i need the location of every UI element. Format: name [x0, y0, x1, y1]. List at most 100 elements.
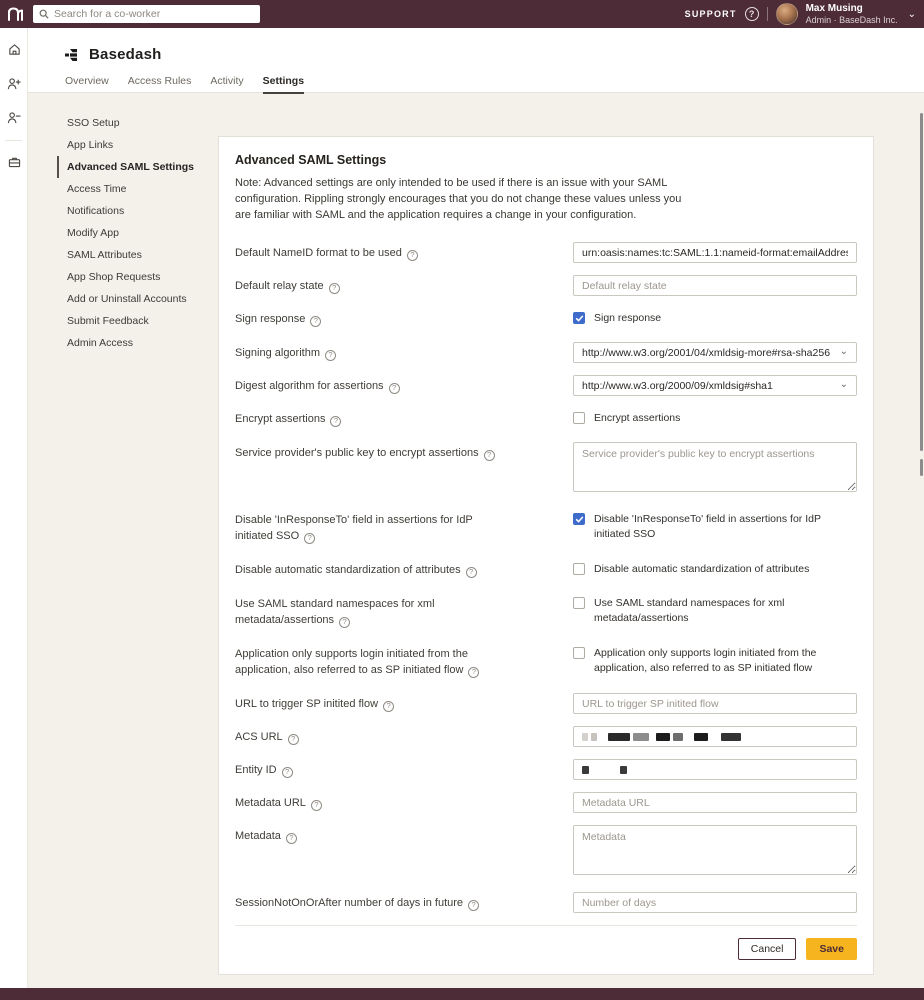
help-icon[interactable]: ?: [468, 900, 479, 911]
signing-algorithm-select[interactable]: http://www.w3.org/2001/04/xmldsig-more#r…: [573, 342, 857, 363]
tab-activity[interactable]: Activity: [210, 75, 243, 94]
field-row: Encrypt assertions? Encrypt assertions: [235, 408, 857, 427]
sp-flow-url-input[interactable]: [573, 693, 857, 714]
sidenav-item-submit-feedback[interactable]: Submit Feedback: [57, 310, 207, 332]
help-icon[interactable]: ?: [329, 283, 340, 294]
field-label: Metadata: [235, 830, 281, 842]
field-label: Disable automatic standardization of att…: [235, 564, 461, 576]
sidenav-item-app-links[interactable]: App Links: [57, 134, 207, 156]
redacted-value: [582, 766, 589, 774]
user-role: Admin · BaseDash Inc.: [806, 15, 898, 25]
field-row: Disable 'InResponseTo' field in assertio…: [235, 509, 857, 544]
help-icon[interactable]: ?: [407, 250, 418, 261]
field-label: Disable 'InResponseTo' field in assertio…: [235, 514, 473, 542]
help-question-icon[interactable]: ?: [745, 7, 759, 21]
field-label: Default NameID format to be used: [235, 247, 402, 259]
field-label: Signing algorithm: [235, 347, 320, 359]
field-row: Sign response? Sign response: [235, 308, 857, 327]
briefcase-icon[interactable]: [0, 149, 28, 175]
help-icon[interactable]: ?: [282, 767, 293, 778]
entity-id-input[interactable]: [573, 759, 857, 780]
sidenav-item-add-or-uninstall-accounts[interactable]: Add or Uninstall Accounts: [57, 288, 207, 310]
divider: [767, 7, 768, 21]
basedash-logo-icon: [64, 48, 78, 62]
saml-namespaces-checkbox[interactable]: [573, 597, 585, 609]
metadata-url-input[interactable]: [573, 792, 857, 813]
sidenav-item-notifications[interactable]: Notifications: [57, 200, 207, 222]
help-icon[interactable]: ?: [466, 567, 477, 578]
sidenav-item-sso-setup[interactable]: SSO Setup: [57, 112, 207, 134]
encrypt-assertions-checkbox[interactable]: [573, 412, 585, 424]
field-row: Signing algorithm? http://www.w3.org/200…: [235, 342, 857, 363]
cancel-button[interactable]: Cancel: [738, 938, 797, 960]
field-label: SessionNotOnOrAfter number of days in fu…: [235, 897, 463, 909]
home-icon[interactable]: [0, 36, 28, 62]
field-label: Sign response: [235, 313, 305, 325]
field-row: ACS URL?: [235, 726, 857, 747]
app-header: Basedash Overview Access Rules Activity …: [28, 28, 924, 93]
acs-url-input[interactable]: [573, 726, 857, 747]
scrollbar-thumb[interactable]: [920, 113, 923, 451]
tab-settings[interactable]: Settings: [263, 75, 304, 94]
sidenav-item-saml-attributes[interactable]: SAML Attributes: [57, 244, 207, 266]
advanced-saml-settings-panel: Advanced SAML Settings Note: Advanced se…: [218, 136, 874, 975]
field-row: Digest algorithm for assertions? http://…: [235, 375, 857, 396]
search-placeholder: Search for a co-worker: [54, 8, 160, 20]
session-days-input[interactable]: [573, 892, 857, 913]
checkbox-label: Disable 'InResponseTo' field in assertio…: [594, 512, 857, 542]
sidenav-item-admin-access[interactable]: Admin Access: [57, 332, 207, 354]
field-label: Digest algorithm for assertions: [235, 380, 384, 392]
help-icon[interactable]: ?: [339, 617, 350, 628]
metadata-textarea[interactable]: [573, 825, 857, 875]
field-label: Entity ID: [235, 764, 277, 776]
checkbox-label: Disable automatic standardization of att…: [594, 562, 809, 577]
help-icon[interactable]: ?: [304, 533, 315, 544]
field-row: Default NameID format to be used?: [235, 242, 857, 263]
field-label: URL to trigger SP initited flow: [235, 698, 378, 710]
save-button[interactable]: Save: [806, 938, 857, 960]
sp-initiated-only-checkbox[interactable]: [573, 647, 585, 659]
relay-state-input[interactable]: [573, 275, 857, 296]
help-icon[interactable]: ?: [288, 734, 299, 745]
rippling-logo-icon[interactable]: [7, 6, 24, 22]
field-label: Use SAML standard namespaces for xml met…: [235, 598, 435, 626]
chevron-down-icon[interactable]: ⌄: [908, 9, 916, 20]
help-icon[interactable]: ?: [325, 350, 336, 361]
field-row: Use SAML standard namespaces for xml met…: [235, 593, 857, 628]
digest-algorithm-select[interactable]: http://www.w3.org/2000/09/xmldsig#sha1⌄: [573, 375, 857, 396]
sign-response-checkbox[interactable]: [573, 312, 585, 324]
help-icon[interactable]: ?: [286, 833, 297, 844]
sp-public-key-textarea[interactable]: [573, 442, 857, 492]
scrollbar-thumb-secondary[interactable]: [920, 459, 923, 476]
remove-user-icon[interactable]: [0, 104, 28, 130]
sidenav-item-advanced-saml-settings[interactable]: Advanced SAML Settings: [57, 156, 207, 178]
support-link[interactable]: SUPPORT: [685, 9, 737, 19]
bottom-bar: [0, 988, 924, 1000]
field-row: Metadata URL?: [235, 792, 857, 813]
help-icon[interactable]: ?: [383, 701, 394, 712]
field-label: Metadata URL: [235, 797, 306, 809]
tab-access-rules[interactable]: Access Rules: [128, 75, 192, 94]
help-icon[interactable]: ?: [310, 316, 321, 327]
sidenav-item-modify-app[interactable]: Modify App: [57, 222, 207, 244]
default-nameid-input[interactable]: [573, 242, 857, 263]
disable-standardization-checkbox[interactable]: [573, 563, 585, 575]
help-icon[interactable]: ?: [311, 800, 322, 811]
sidenav-item-access-time[interactable]: Access Time: [57, 178, 207, 200]
help-icon[interactable]: ?: [484, 450, 495, 461]
disable-inresponseto-checkbox[interactable]: [573, 513, 585, 525]
icon-rail: [0, 28, 28, 988]
user-avatar[interactable]: [776, 3, 798, 25]
coworker-search-input[interactable]: Search for a co-worker: [33, 5, 260, 23]
chevron-down-icon: ⌄: [840, 379, 848, 390]
tab-overview[interactable]: Overview: [65, 75, 109, 94]
field-row: SessionNotOnOrAfter number of days in fu…: [235, 892, 857, 913]
field-label: Service provider's public key to encrypt…: [235, 447, 479, 459]
help-icon[interactable]: ?: [389, 383, 400, 394]
sidenav-item-app-shop-requests[interactable]: App Shop Requests: [57, 266, 207, 288]
checkbox-label: Sign response: [594, 311, 661, 326]
add-user-icon[interactable]: [0, 70, 28, 96]
help-icon[interactable]: ?: [468, 667, 479, 678]
field-row: Metadata?: [235, 825, 857, 880]
help-icon[interactable]: ?: [330, 416, 341, 427]
